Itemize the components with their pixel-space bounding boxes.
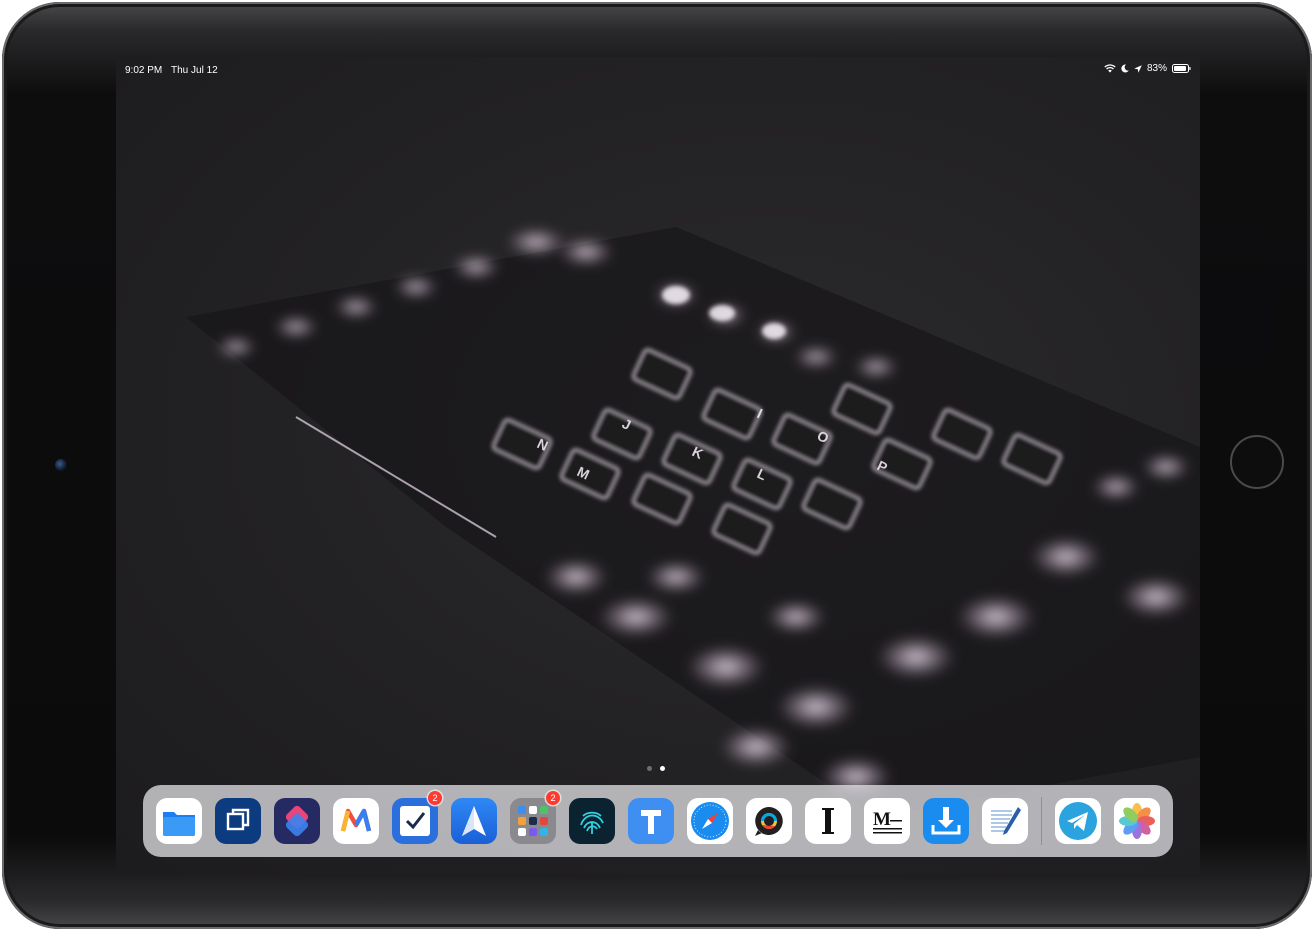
i-icon — [805, 798, 851, 844]
keyboard-wallpaper: N M J K L O P I — [186, 227, 1200, 817]
dock-app-discourse[interactable] — [746, 798, 792, 844]
ipad-screen: N M J K L O P I 9:02 PM Thu Jul 12 83% 2… — [116, 57, 1200, 874]
battery-percentage: 83% — [1146, 63, 1167, 74]
status-time: 9:02 PM — [125, 65, 163, 76]
page-dot-2[interactable] — [660, 766, 665, 771]
status-indicators: 83% — [1104, 63, 1191, 74]
safari-icon — [687, 798, 733, 844]
dock-app-editorial[interactable] — [982, 798, 1028, 844]
shortcuts-icon — [274, 798, 320, 844]
front-camera — [55, 459, 67, 471]
page-dot-1[interactable] — [647, 766, 652, 771]
notification-badge: 2 — [428, 791, 442, 805]
telegram-icon — [1055, 798, 1101, 844]
dock-app-fingerprint[interactable] — [569, 798, 615, 844]
svg-text:M: M — [873, 809, 891, 830]
files-icon — [156, 798, 202, 844]
send-arrow-icon — [451, 798, 497, 844]
page-indicator[interactable] — [647, 766, 665, 771]
status-bar: 9:02 PM Thu Jul 12 83% — [116, 57, 1200, 81]
dock: 2 2 M — [143, 785, 1173, 857]
notification-badge: 2 — [546, 791, 560, 805]
status-date: Thu Jul 12 — [171, 65, 218, 76]
dock-app-photos[interactable] — [1114, 798, 1160, 844]
copied-icon — [215, 798, 261, 844]
dock-app-safari[interactable] — [687, 798, 733, 844]
dock-app-folder[interactable]: 2 — [510, 791, 560, 844]
dock-app-things[interactable]: 2 — [392, 791, 442, 844]
folder-icon — [510, 798, 556, 844]
dock-app-spark[interactable] — [451, 798, 497, 844]
dock-app-instapaper[interactable] — [805, 798, 851, 844]
location-icon — [1134, 64, 1142, 73]
photos-icon — [1114, 798, 1160, 844]
dock-app-shortcuts[interactable] — [274, 798, 320, 844]
t-icon — [628, 798, 674, 844]
battery-icon — [1172, 64, 1191, 73]
wifi-icon — [1104, 64, 1116, 73]
moon-icon — [1121, 64, 1129, 73]
dock-app-telegram[interactable] — [1055, 798, 1101, 844]
dock-divider — [1041, 797, 1042, 845]
dock-app-transloader[interactable] — [923, 798, 969, 844]
chat-bubble-icon — [746, 798, 792, 844]
dock-app-medium[interactable]: M — [864, 798, 910, 844]
fingerprint-icon — [569, 798, 615, 844]
dock-app-spark-m[interactable] — [333, 798, 379, 844]
download-icon — [923, 798, 969, 844]
dock-app-files[interactable] — [156, 798, 202, 844]
m-icon — [333, 798, 379, 844]
document-pen-icon — [982, 798, 1028, 844]
checkbox-icon — [392, 798, 438, 844]
medium-icon: M — [864, 798, 910, 844]
home-button[interactable] — [1230, 435, 1284, 489]
dock-app-copied[interactable] — [215, 798, 261, 844]
dock-app-t[interactable] — [628, 798, 674, 844]
